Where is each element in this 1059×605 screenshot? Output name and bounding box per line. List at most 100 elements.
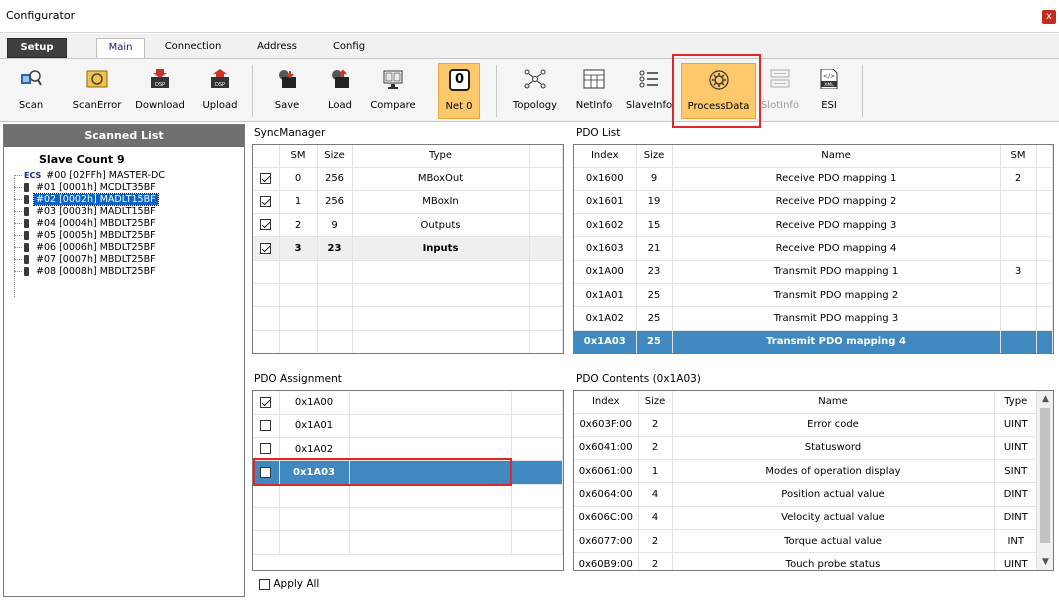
empty-cell	[349, 391, 512, 415]
table-row[interactable]: 0x1A01 25 Transmit PDO mapping 2	[574, 283, 1053, 308]
table-row[interactable]: 0x1A00	[253, 391, 563, 415]
upload-button[interactable]: DSP Upload	[200, 63, 240, 119]
empty-cell	[253, 283, 280, 308]
spacer-cell	[529, 167, 563, 191]
slotinfo-icon	[770, 69, 790, 88]
sm-cell: 0	[279, 167, 318, 191]
tab-config[interactable]: Config	[327, 38, 371, 58]
empty-cell	[529, 283, 563, 308]
table-row[interactable]: 0x1603 21 Receive PDO mapping 4	[574, 236, 1053, 261]
empty-cell	[349, 414, 512, 439]
checkbox[interactable]	[260, 443, 272, 455]
empty-cell	[279, 484, 350, 508]
spacer-cell	[1036, 190, 1053, 215]
table-row[interactable]: 0x6061:00 1 Modes of operation display SINT	[574, 459, 1038, 484]
col-index: Index	[574, 145, 637, 168]
device-icon	[24, 255, 29, 264]
tree-item-slave[interactable]: #08 [0008h] MBDLT25BF	[14, 265, 158, 278]
tree-item-label: #01 [0001h] MCDLT35BF	[36, 182, 156, 193]
table-row[interactable]: 0x6041:00 2 Statusword UINT	[574, 436, 1038, 461]
row-check-cell	[253, 414, 280, 439]
checkbox[interactable]	[260, 420, 272, 432]
row-check-cell	[253, 190, 280, 215]
sm-cell	[1000, 213, 1037, 238]
name-cell: Transmit PDO mapping 4	[672, 330, 1001, 353]
empty-cell	[511, 437, 563, 462]
slotinfo-button[interactable]: SlotInfo	[760, 63, 800, 119]
table-row[interactable]: 0x1600 9 Receive PDO mapping 12	[574, 167, 1053, 191]
index-cell: 0x603F:00	[574, 413, 639, 437]
compare-button[interactable]: Compare	[368, 63, 418, 119]
index-cell: 0x1A00	[574, 260, 637, 284]
scroll-down-icon[interactable]: ▼	[1037, 554, 1053, 570]
tab-setup[interactable]: Setup	[7, 38, 67, 58]
table-row[interactable]: 0x6064:00 4 Position actual value DINT	[574, 482, 1038, 507]
table-row-selected[interactable]: 3 23 Inputs	[253, 236, 563, 261]
checkbox[interactable]	[260, 219, 272, 231]
checkbox[interactable]	[260, 172, 272, 184]
table-row[interactable]: 0x603F:00 2 Error code UINT	[574, 413, 1038, 437]
sm-cell	[1000, 236, 1037, 261]
name-cell: Receive PDO mapping 2	[672, 190, 1001, 215]
close-icon[interactable]: x	[1042, 10, 1056, 24]
name-cell: Transmit PDO mapping 1	[672, 260, 1001, 284]
name-cell: Modes of operation display	[672, 459, 995, 484]
tab-address[interactable]: Address	[252, 38, 302, 58]
table-row[interactable]: 0x1601 19 Receive PDO mapping 2	[574, 190, 1053, 215]
empty-cell	[529, 306, 563, 331]
checkbox[interactable]	[260, 196, 272, 208]
scan-button[interactable]: Scan	[14, 63, 48, 119]
save-icon	[279, 70, 296, 88]
table-row-selected[interactable]: 0x1A03 25 Transmit PDO mapping 4	[574, 330, 1053, 353]
empty-cell	[511, 391, 563, 415]
table-row[interactable]: 0 256 MBoxOut	[253, 167, 563, 191]
net-button[interactable]: 0 Net 0	[438, 63, 480, 119]
size-cell: 23	[317, 236, 353, 261]
type-cell: MBoxIn	[352, 190, 530, 215]
index-cell: 0x1A02	[574, 306, 637, 331]
ribbon-toolbar: Scan ScanError DSP Download DSP Upload S…	[0, 58, 1059, 122]
apply-all-checkbox[interactable]: Apply All	[259, 578, 319, 590]
load-button[interactable]: Load	[325, 63, 355, 119]
scan-error-button[interactable]: ScanError	[72, 63, 122, 119]
checkbox[interactable]	[260, 396, 272, 408]
slaveinfo-icon	[639, 70, 658, 88]
table-row-empty	[253, 530, 563, 555]
save-button[interactable]: Save	[272, 63, 302, 119]
tree-dash	[14, 175, 22, 176]
table-row[interactable]: 2 9 Outputs	[253, 213, 563, 238]
empty-cell	[529, 260, 563, 284]
col-sm: SM	[279, 145, 318, 168]
table-row[interactable]: 0x60B9:00 2 Touch probe status UINT	[574, 552, 1038, 570]
table-row[interactable]: 0x1A01	[253, 414, 563, 439]
name-cell: Position actual value	[672, 482, 995, 507]
scroll-up-icon[interactable]: ▲	[1037, 391, 1053, 407]
netinfo-button[interactable]: NetInfo	[575, 63, 613, 119]
col-check	[253, 145, 280, 168]
slaveinfo-button[interactable]: SlaveInfo	[625, 63, 673, 119]
load-icon	[332, 69, 349, 88]
name-cell: Transmit PDO mapping 2	[672, 283, 1001, 308]
table-row[interactable]: 0x1602 15 Receive PDO mapping 3	[574, 213, 1053, 238]
table-row[interactable]: 0x1A00 23 Transmit PDO mapping 13	[574, 260, 1053, 284]
table-row[interactable]: 0x6077:00 2 Torque actual value INT	[574, 529, 1038, 554]
table-header: SM Size Type	[253, 145, 563, 168]
net-icon: 0	[449, 69, 470, 91]
tab-connection[interactable]: Connection	[158, 38, 228, 58]
table-row[interactable]: 0x1A02 25 Transmit PDO mapping 3	[574, 306, 1053, 331]
tree-dash	[14, 259, 22, 260]
download-button[interactable]: DSP Download	[134, 63, 186, 119]
scrollbar-thumb[interactable]	[1040, 408, 1050, 543]
index-cell: 0x6061:00	[574, 459, 639, 484]
table-row[interactable]: 1 256 MBoxIn	[253, 190, 563, 215]
download-label: Download	[135, 100, 185, 111]
esi-button[interactable]: </> XML ESI	[814, 63, 844, 119]
type-cell: Outputs	[352, 213, 530, 238]
compare-label: Compare	[370, 100, 416, 111]
table-row[interactable]: 0x606C:00 4 Velocity actual value DINT	[574, 506, 1038, 530]
tab-main[interactable]: Main	[96, 38, 145, 59]
checkbox[interactable]	[259, 578, 270, 590]
vertical-scrollbar[interactable]: ▲ ▼	[1036, 391, 1053, 570]
topology-button[interactable]: Topology	[510, 63, 560, 119]
checkbox[interactable]	[260, 242, 272, 254]
